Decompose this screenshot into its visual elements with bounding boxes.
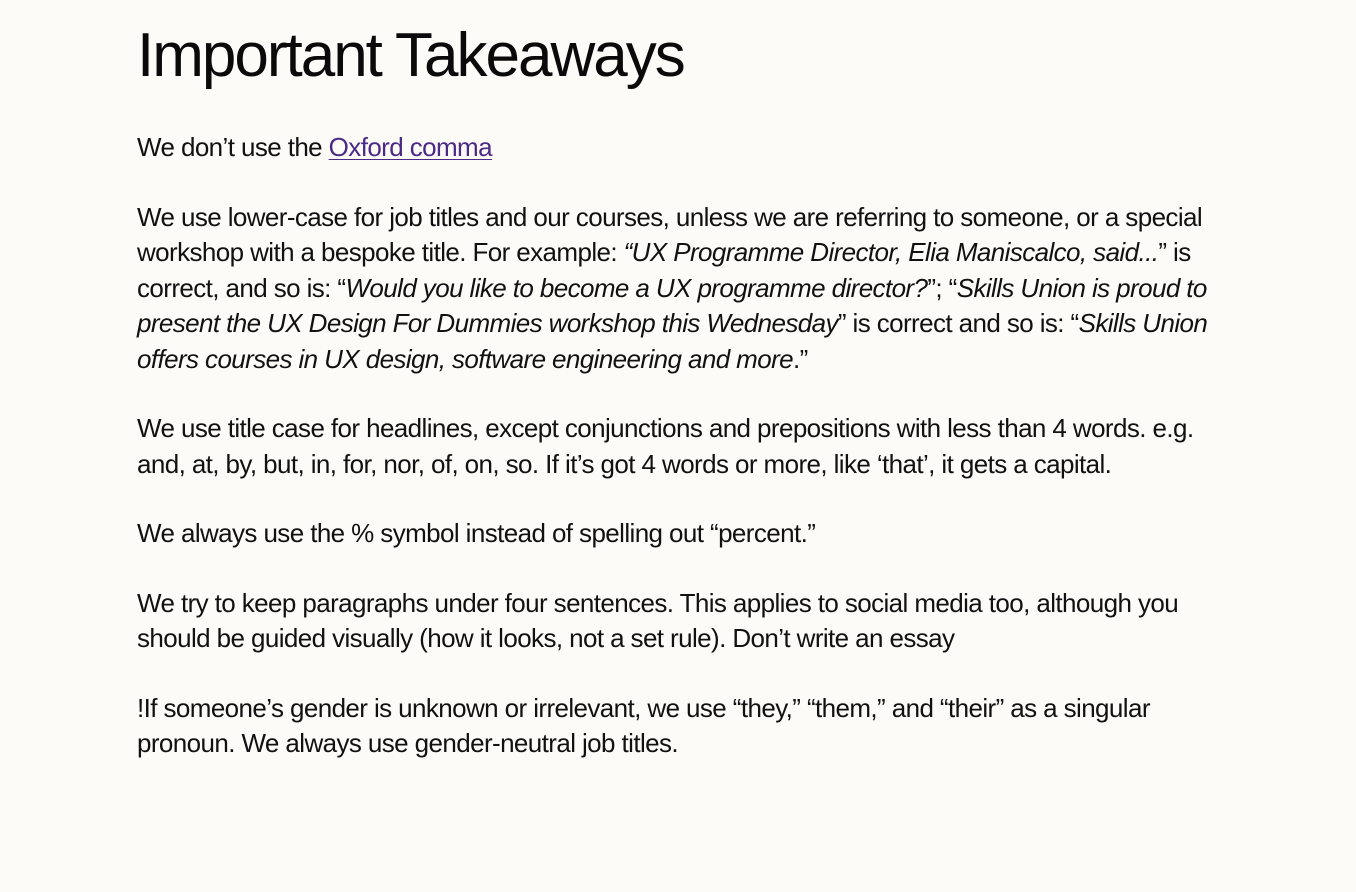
paragraph-percent: We always use the % symbol instead of sp… [137, 518, 816, 548]
paragraph-title-case: We use title case for headlines, except … [137, 413, 1194, 479]
oxford-text: We don’t use the [137, 132, 329, 162]
paragraph-lowercase: We use lower-case for job titles and our… [137, 200, 1236, 378]
lowercase-example-2: Would you like to become a UX programme … [345, 272, 928, 303]
paragraph-sentences: We try to keep paragraphs under four sen… [137, 587, 1179, 654]
page-title: Important Takeaways [137, 21, 686, 90]
oxford-comma-link[interactable]: Oxford comma [329, 132, 493, 162]
style-guide-page: Important Takeaways We don’t use the Oxf… [0, 0, 1356, 892]
lowercase-text-5: .” [793, 343, 808, 374]
paragraph-oxford-comma: We don’t use the Oxford comma [137, 130, 1236, 166]
lowercase-text-3: ”; “ [927, 272, 957, 303]
lowercase-text-4: ” is correct and so is: “ [837, 308, 1079, 338]
lowercase-example-1: “UX Programme Director, Elia Maniscalco,… [623, 237, 1159, 267]
paragraph-gender: !If someone’s gender is unknown or irrel… [137, 692, 1150, 759]
